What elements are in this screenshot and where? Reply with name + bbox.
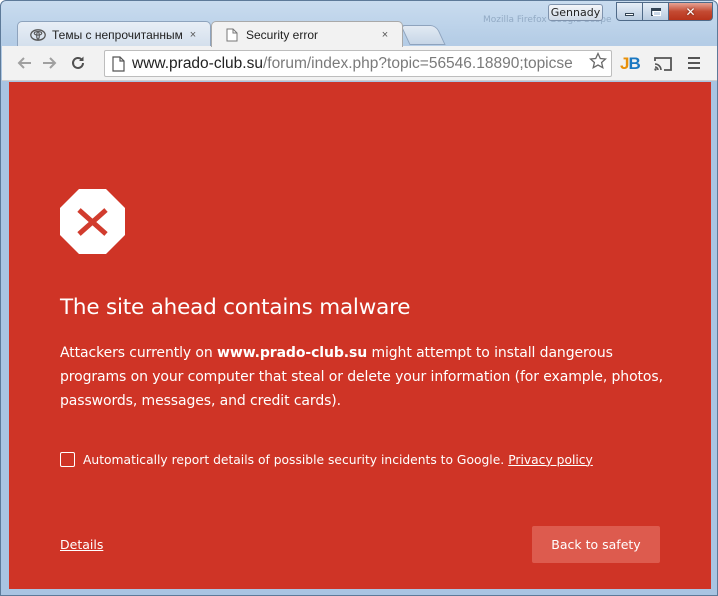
arrow-right-icon bbox=[43, 57, 57, 69]
browser-window: Mozilla Firefox Google Scope Gennady ✕ Т… bbox=[0, 0, 718, 596]
window-controls: ✕ bbox=[616, 2, 713, 21]
back-button[interactable] bbox=[11, 50, 37, 76]
jetbrains-extension-icon[interactable]: JB bbox=[620, 54, 642, 74]
browser-toolbar: www.prado-club.su/forum/index.php?topic=… bbox=[2, 46, 717, 81]
page-title: The site ahead contains malware bbox=[60, 295, 411, 320]
cast-icon[interactable] bbox=[653, 56, 673, 72]
toyota-logo-icon bbox=[30, 27, 46, 43]
close-window-button[interactable]: ✕ bbox=[669, 2, 713, 21]
tab-label: Темы с непрочитанными bbox=[52, 27, 182, 42]
minimize-icon bbox=[625, 13, 634, 16]
report-option: Automatically report details of possible… bbox=[60, 452, 593, 467]
report-checkbox[interactable] bbox=[60, 452, 75, 467]
new-tab-button[interactable] bbox=[400, 25, 446, 45]
reload-icon bbox=[72, 56, 84, 69]
details-link[interactable]: Details bbox=[60, 537, 103, 552]
error-shield-icon bbox=[60, 189, 125, 254]
profile-badge[interactable]: Gennady bbox=[548, 4, 603, 21]
maximize-icon bbox=[650, 7, 661, 16]
url-text[interactable]: www.prado-club.su/forum/index.php?topic=… bbox=[132, 55, 587, 73]
minimize-button[interactable] bbox=[616, 2, 643, 21]
tab-forum[interactable]: Темы с непрочитанными × bbox=[17, 21, 211, 47]
maximize-button[interactable] bbox=[643, 2, 669, 21]
tab-label: Security error bbox=[246, 27, 319, 42]
page-icon bbox=[112, 55, 126, 72]
malware-interstitial: The site ahead contains malware Attacker… bbox=[9, 82, 711, 589]
tab-close-icon[interactable]: × bbox=[378, 29, 392, 41]
arrow-left-icon bbox=[17, 57, 31, 69]
menu-icon[interactable] bbox=[686, 55, 702, 71]
report-label: Automatically report details of possible… bbox=[83, 452, 505, 467]
close-icon: ✕ bbox=[685, 4, 696, 19]
address-bar[interactable]: www.prado-club.su/forum/index.php?topic=… bbox=[104, 50, 612, 77]
warning-host: www.prado-club.su bbox=[217, 345, 368, 361]
tab-close-icon[interactable]: × bbox=[186, 29, 200, 41]
url-host: www.prado-club.su bbox=[132, 54, 263, 72]
url-path: /forum/index.php?topic=56546.18890;topic… bbox=[262, 54, 573, 72]
bookmark-star-icon[interactable] bbox=[587, 51, 609, 75]
privacy-policy-link[interactable]: Privacy policy bbox=[508, 453, 593, 467]
forward-button[interactable] bbox=[37, 50, 63, 76]
back-to-safety-button[interactable]: Back to safety bbox=[532, 526, 660, 563]
warning-text: Attackers currently on www.prado-club.su… bbox=[60, 345, 663, 409]
tab-security-error[interactable]: Security error × bbox=[211, 21, 403, 47]
page-icon bbox=[224, 27, 240, 43]
tab-strip: Темы с непрочитанными × Security error × bbox=[11, 21, 511, 47]
reload-button[interactable] bbox=[65, 50, 91, 76]
